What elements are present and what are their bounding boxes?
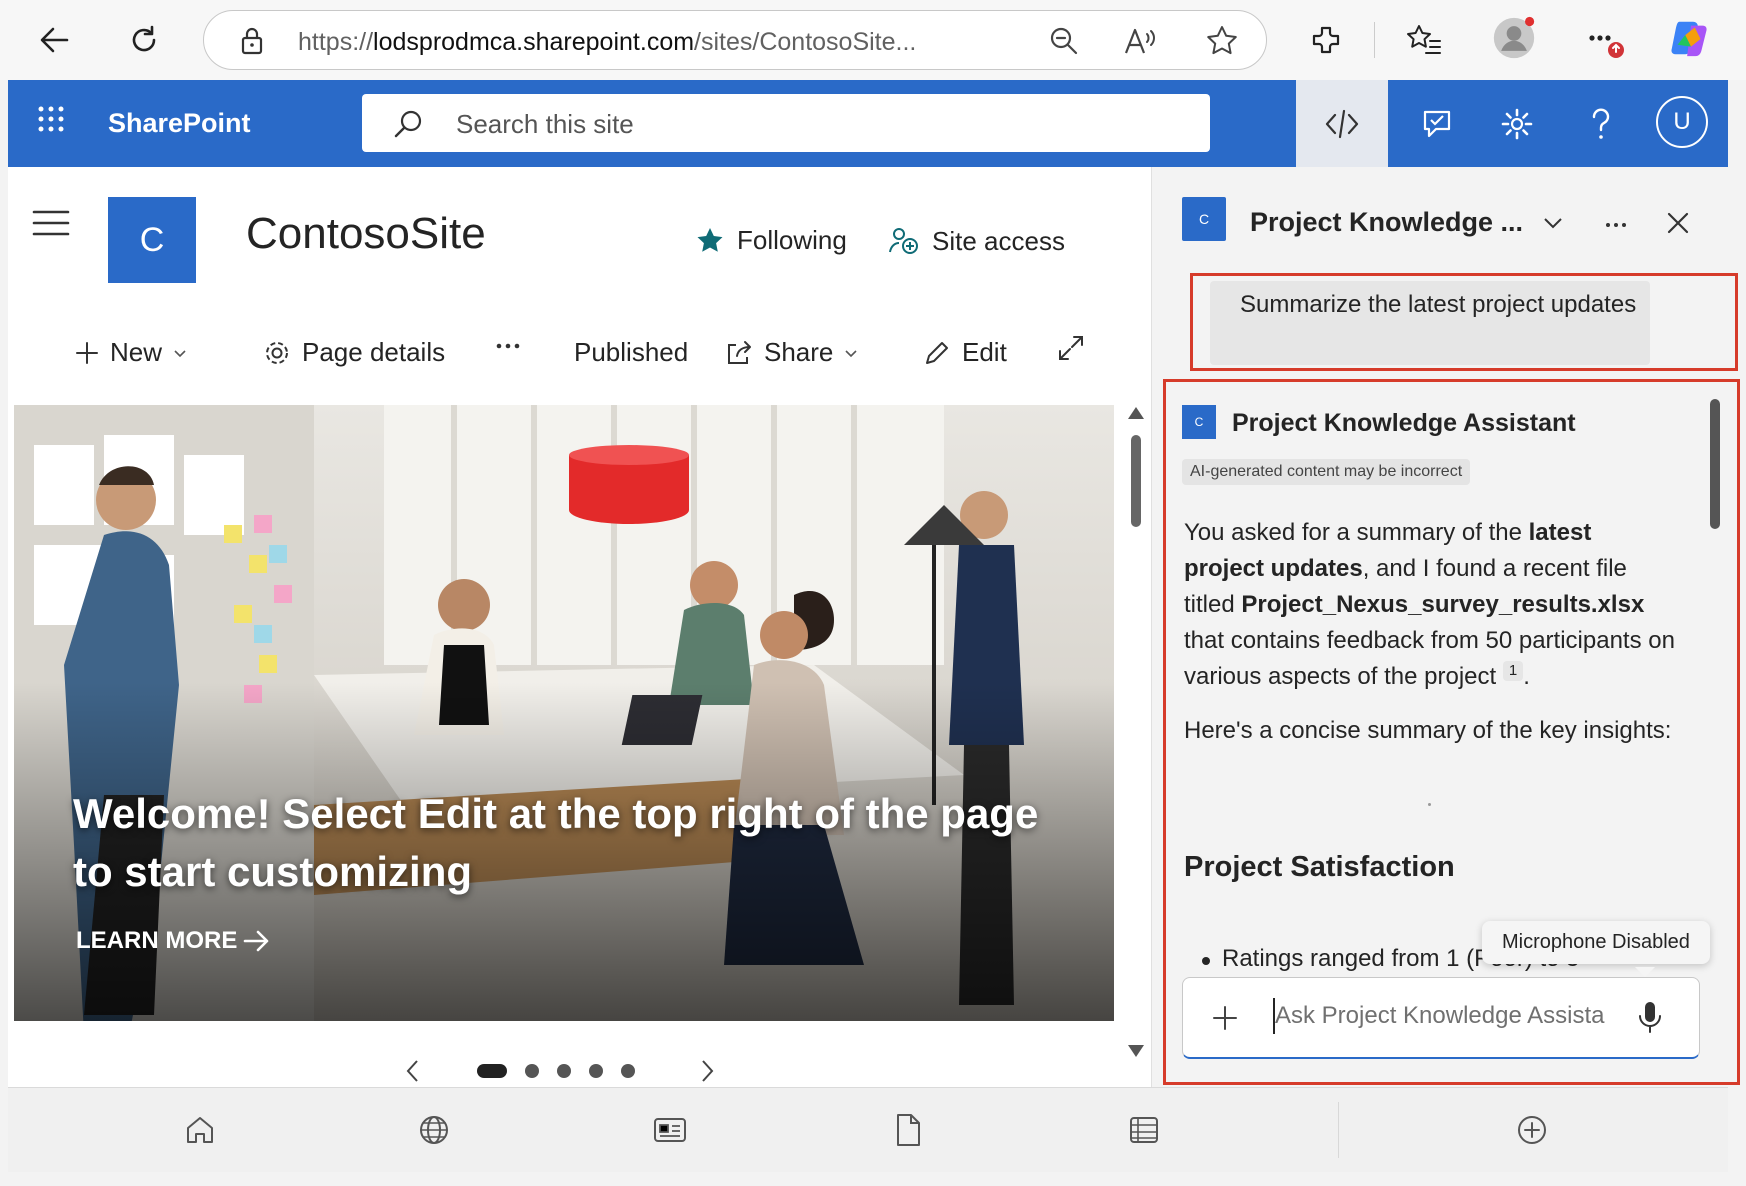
chevron-down-icon	[845, 349, 857, 357]
feedback-icon[interactable]	[1406, 94, 1468, 154]
suite-bar: SharePoint Search this site U	[8, 80, 1728, 167]
read-aloud-icon[interactable]	[1118, 19, 1162, 63]
carousel-pager	[403, 1057, 717, 1085]
arrow-right-icon	[244, 930, 269, 952]
edit-button[interactable]: Edit	[922, 337, 1007, 368]
favorites-list-icon[interactable]	[1402, 18, 1446, 62]
more-commands-button[interactable]	[494, 332, 522, 360]
star-filled-icon	[697, 227, 723, 252]
code-icon	[1325, 109, 1359, 138]
ellipsis-icon	[496, 343, 520, 349]
bottom-divider	[1338, 1102, 1339, 1158]
back-icon[interactable]	[32, 18, 76, 62]
gear-icon	[266, 341, 288, 364]
browser-toolbar: https://lodsprodmca.sharepoint.com/sites…	[0, 0, 1746, 80]
more-options-icon[interactable]	[1584, 18, 1628, 62]
learn-more-link[interactable]: LEARN MORE	[76, 927, 271, 955]
settings-gear-icon[interactable]	[1486, 94, 1548, 154]
site-title[interactable]: ContosoSite	[246, 209, 486, 259]
hero-headline: Welcome! Select Edit at the top right of…	[73, 790, 1039, 895]
new-label: New	[110, 337, 163, 367]
news-icon[interactable]	[650, 1110, 690, 1150]
search-placeholder: Search this site	[456, 109, 634, 139]
search-input[interactable]: Search this site	[362, 94, 1210, 152]
agent-selector-title[interactable]: Project Knowledge ...	[1250, 207, 1523, 238]
refresh-icon[interactable]	[122, 18, 166, 62]
copilot-icon[interactable]	[1668, 16, 1712, 60]
address-bar[interactable]: https://lodsprodmca.sharepoint.com/sites…	[203, 10, 1267, 70]
site-access-label: Site access	[932, 225, 1065, 256]
brand-name[interactable]: SharePoint	[108, 108, 251, 139]
site-access-button[interactable]: Site access	[888, 225, 1065, 257]
bottom-navigation	[8, 1087, 1728, 1172]
share-button[interactable]: Share	[724, 337, 859, 368]
share-icon	[728, 340, 751, 364]
add-circle-icon[interactable]	[1512, 1110, 1552, 1150]
carousel-dot[interactable]	[589, 1064, 603, 1078]
pencil-icon	[926, 341, 948, 364]
pane-more-icon[interactable]	[1604, 213, 1628, 237]
user-avatar[interactable]: U	[1656, 96, 1708, 148]
assistant-pane: C Project Knowledge ... Summarize the la…	[1151, 167, 1740, 1087]
hero-banner[interactable]: Welcome! Select Edit at the top right of…	[14, 405, 1114, 1021]
profile-icon[interactable]	[1492, 16, 1536, 60]
chevron-down-icon	[174, 349, 186, 357]
search-icon	[392, 108, 424, 140]
expand-icon[interactable]	[1056, 333, 1086, 363]
page-scrollbar[interactable]	[1126, 407, 1146, 1067]
new-button[interactable]: New	[74, 337, 188, 368]
extensions-icon[interactable]	[1304, 18, 1348, 62]
lock-icon[interactable]	[230, 19, 274, 63]
site-logo[interactable]: C	[108, 197, 196, 283]
chevron-right-icon[interactable]	[697, 1057, 717, 1085]
following-label: Following	[737, 225, 847, 255]
published-status: Published	[574, 337, 689, 367]
carousel-dot[interactable]	[621, 1064, 635, 1078]
toolbar-divider	[1374, 22, 1375, 58]
chevron-left-icon[interactable]	[403, 1057, 423, 1085]
hamburger-menu-icon[interactable]	[32, 209, 70, 237]
help-icon[interactable]	[1570, 94, 1632, 154]
code-view-button[interactable]	[1296, 80, 1388, 167]
document-icon[interactable]	[888, 1110, 928, 1150]
main-content: C ContosoSite Following Site access New …	[8, 167, 1151, 1087]
carousel-dot[interactable]	[525, 1064, 539, 1078]
page-details-button[interactable]: Page details	[262, 337, 445, 368]
edit-label: Edit	[962, 337, 1007, 367]
close-icon[interactable]	[1664, 209, 1692, 237]
plus-icon	[76, 341, 98, 364]
following-button[interactable]: Following	[695, 225, 847, 256]
chevron-down-icon[interactable]	[1542, 215, 1564, 231]
app-launcher-icon[interactable]	[36, 104, 66, 134]
url-text[interactable]: https://lodsprodmca.sharepoint.com/sites…	[298, 28, 916, 57]
highlight-assistant-response	[1163, 379, 1740, 1085]
carousel-dot[interactable]	[477, 1064, 507, 1078]
zoom-out-icon[interactable]	[1042, 19, 1086, 63]
people-icon	[889, 228, 918, 254]
learn-more-label: LEARN MORE	[76, 927, 238, 954]
share-label: Share	[764, 337, 834, 367]
carousel-dot[interactable]	[557, 1064, 571, 1078]
page-details-label: Page details	[302, 337, 446, 367]
list-icon[interactable]	[1124, 1110, 1164, 1150]
globe-icon[interactable]	[414, 1110, 454, 1150]
home-icon[interactable]	[180, 1110, 220, 1150]
agent-logo: C	[1182, 197, 1226, 241]
favorite-star-icon[interactable]	[1200, 19, 1244, 63]
highlight-user-prompt	[1190, 273, 1738, 371]
